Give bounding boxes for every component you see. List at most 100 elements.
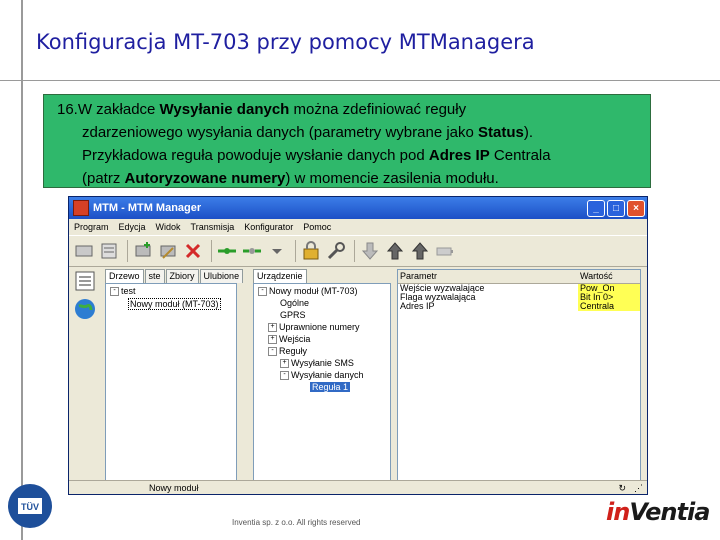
expand-icon[interactable]: + [280,359,289,369]
menu-bar: Program Edycja Widok Transmisja Konfigur… [69,219,647,235]
note-text: ). [523,124,534,141]
note-text: zdarzeniowego wysyłania danych (parametr… [82,124,479,141]
globe-icon[interactable] [73,297,97,321]
left-icon-strip [73,269,99,479]
menu-widok[interactable]: Widok [151,222,186,232]
note-line-3: Przykładowa reguła powoduje wysłanie dan… [57,144,650,167]
device-tree-gprs[interactable]: GPRS [280,310,306,320]
note-text: 16.W zakładce [57,101,160,118]
device-tree-ogolne[interactable]: Ogólne [280,298,309,308]
collapse-icon[interactable]: - [258,287,267,297]
expand-icon[interactable]: + [268,335,277,345]
battery-icon[interactable] [434,240,456,262]
note-bold: Autoryzowane numery [124,170,286,187]
tree-label: Wysyłanie danych [291,370,364,380]
grid-header: Parametr Wartość [398,270,640,284]
edit-icon[interactable] [157,240,179,262]
collapse-icon[interactable]: - [110,287,119,297]
logo-part: in [606,498,630,526]
tab-urzadzenie[interactable]: Urządzenie [253,269,307,283]
device-tree-sms[interactable]: + Wysyłanie SMS [280,358,354,369]
note-line-2: zdarzeniowego wysyłania danych (parametr… [57,121,650,144]
device-tree-reguly[interactable]: - Reguły [268,346,308,357]
toolbar-separator [127,240,128,262]
tab-ste[interactable]: ste [144,269,165,283]
upload-arrow-icon[interactable] [384,240,406,262]
list-icon[interactable] [98,240,120,262]
status-bar: Nowy moduł ↻ ⋰ [69,480,647,494]
grid-header-param[interactable]: Parametr [398,270,578,283]
menu-program[interactable]: Program [69,222,114,232]
toolbar-separator [295,240,296,262]
tree-label: test [121,286,136,296]
window-title: MTM - MTM Manager [93,202,202,214]
note-line-4: (patrz Autoryzowane numery) w momencie z… [57,167,650,190]
tree-label: Uprawnione numery [279,322,360,332]
refresh-icon[interactable]: ↻ [618,483,626,494]
menu-transmisja[interactable]: Transmisja [186,222,240,232]
app-icon [73,200,89,216]
device-tree-wysylanie-danych[interactable]: - Wysyłanie danych [280,370,364,381]
grid-cell-param: Adres IP [400,301,435,311]
device-tree: - Nowy moduł (MT-703) Ogólne GPRS + Uprawn… [253,283,391,481]
tree-label: Wysyłanie SMS [291,358,354,368]
menu-konfigurator[interactable]: Konfigurator [239,222,298,232]
left-tabs: Drzewo ste Zbiory Ulubione [105,269,244,283]
tab-ulubione[interactable]: Ulubione [199,269,244,283]
tools-icon[interactable] [325,240,347,262]
device-tree-root[interactable]: - Nowy moduł (MT-703) [258,286,358,297]
note-text: Centrala [489,147,551,164]
disconnect-icon[interactable] [241,240,263,262]
tree-label: Wejścia [279,334,311,344]
parameter-grid: Parametr Wartość Wejście wyzwalające Pow… [397,269,641,481]
tree-label: Reguły [279,346,308,356]
toolbar-separator [211,240,212,262]
horizontal-rule [0,80,720,81]
document-icon[interactable] [73,269,97,293]
collapse-icon[interactable]: - [280,371,289,381]
menu-edycja[interactable]: Edycja [114,222,151,232]
note-text: można zdefiniować reguły [289,101,467,118]
upload-arrow-2-icon[interactable] [409,240,431,262]
expand-icon[interactable]: + [268,323,277,333]
download-arrow-icon[interactable] [359,240,381,262]
instruction-note: 16.W zakładce Wysyłanie danych można zde… [43,94,651,188]
tree-node-root[interactable]: - test [110,286,136,297]
add-icon[interactable] [132,240,154,262]
vertical-rule [21,0,23,540]
note-bold: Adres IP [428,147,490,164]
grid-header-value[interactable]: Wartość [578,270,640,283]
tuv-certification-logo: TÜV [6,482,54,530]
device-icon[interactable] [73,240,95,262]
device-tree-uprawnione[interactable]: + Uprawnione numery [268,322,360,333]
note-bold: Wysyłanie danych [159,101,290,118]
minimize-button[interactable]: _ [587,199,605,217]
tab-zbiory[interactable]: Zbiory [165,269,199,283]
tab-drzewo[interactable]: Drzewo [105,269,144,283]
tree-label: Nowy moduł (MT-703) [130,299,219,309]
connect-icon[interactable] [216,240,238,262]
close-button[interactable]: × [627,199,645,217]
logo-part: Ventia [629,498,710,526]
note-text: Przykładowa reguła powoduje wysłanie dan… [82,147,429,164]
grid-cell-value[interactable]: Centrala [578,302,640,311]
device-tree-wejscia[interactable]: + Wejścia [268,334,311,345]
maximize-button[interactable]: □ [607,199,625,217]
note-text: ) w momencie zasilenia modułu. [285,170,499,187]
menu-pomoc[interactable]: Pomoc [298,222,336,232]
grid-row[interactable]: Adres IP Centrala [398,302,640,311]
tree-label: Nowy moduł (MT-703) [269,286,358,296]
delete-icon[interactable] [182,240,204,262]
slide-title: Konfiguracja MT-703 przy pomocy MTManage… [36,30,535,54]
mtm-manager-window: MTM - MTM Manager _ □ × Program Edycja W… [68,196,648,495]
note-text: (patrz [82,170,125,187]
toolbar-separator [354,240,355,262]
window-titlebar[interactable]: MTM - MTM Manager _ □ × [69,197,647,219]
tree-node-module[interactable]: Nowy moduł (MT-703) [128,298,221,310]
lock-icon[interactable] [300,240,322,262]
dropdown-icon[interactable] [266,240,288,262]
resize-grip-icon[interactable]: ⋰ [634,483,643,494]
device-tree-regula-1[interactable]: Reguła 1 [310,382,351,392]
collapse-icon[interactable]: - [268,347,277,357]
status-text: Nowy moduł [149,483,199,493]
